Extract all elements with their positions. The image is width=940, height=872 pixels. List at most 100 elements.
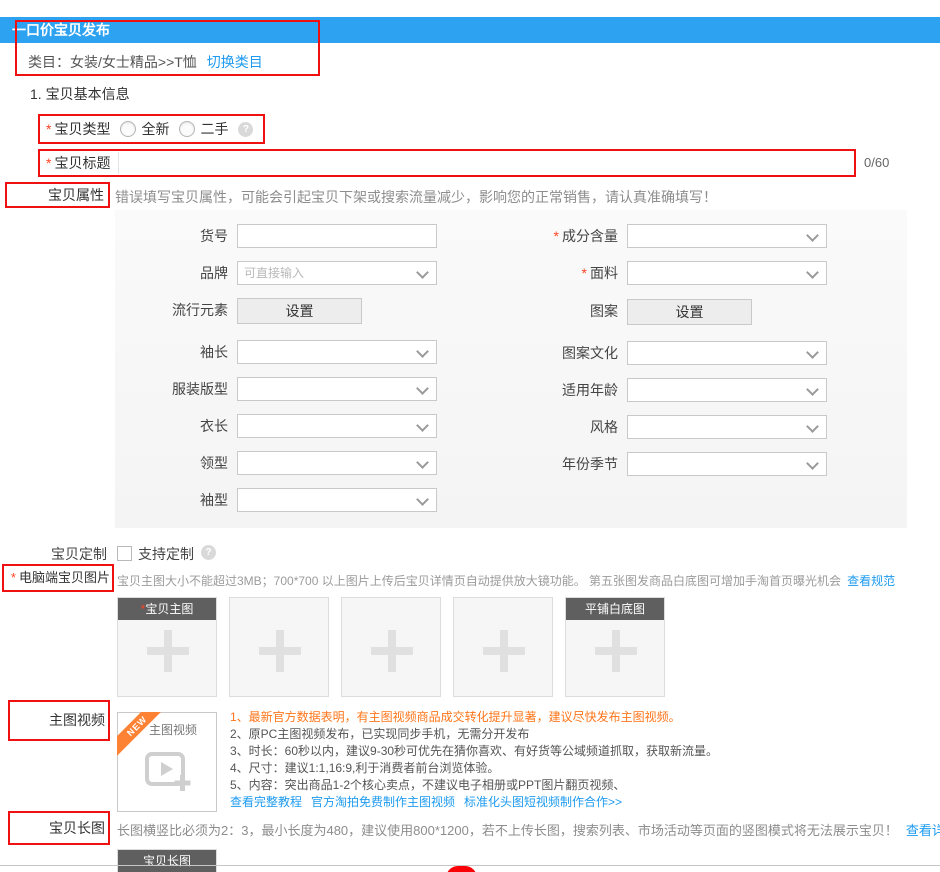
plus-icon — [500, 630, 508, 672]
radio-new[interactable] — [120, 121, 136, 137]
video-help-links: 查看完整教程官方淘拍免费制作主图视频标准化头图短视频制作合作>> — [230, 794, 718, 811]
chevron-down-icon — [416, 345, 429, 358]
attr-select[interactable] — [237, 377, 437, 401]
attr-label: 袖长 — [115, 340, 228, 364]
pc-images-label-box: *电脑端宝贝图片 — [2, 564, 114, 592]
customization-checkbox-label[interactable]: 支持定制 — [138, 544, 194, 564]
attr-label: 风格 — [455, 415, 618, 439]
radio-used[interactable] — [179, 121, 195, 137]
long-image-tile-header: 宝贝长图 — [118, 850, 216, 872]
attr-select[interactable] — [627, 378, 827, 402]
attr-select[interactable] — [237, 451, 437, 475]
title-char-counter: 0/60 — [864, 155, 889, 170]
attr-select[interactable] — [627, 261, 827, 285]
main-video-tips: 1、最新官方数据表明，有主图视频商品成交转化提升显著，建议尽快发布主图视频。2、… — [230, 709, 718, 811]
radio-used-label[interactable]: 二手 — [200, 119, 228, 139]
attr-select[interactable] — [627, 415, 827, 439]
attr-select[interactable] — [237, 414, 437, 438]
video-tip-line: 3、时长：60秒以内，建议9-30秒可优先在猜你喜欢、有好货等公域频道抓取，获取… — [230, 743, 718, 760]
item-title-row: *宝贝标题 — [38, 149, 856, 177]
view-details-link[interactable]: 查看详情 — [906, 823, 940, 838]
item-title-label: *宝贝标题 — [40, 153, 118, 173]
item-type-label: 宝贝类型 — [54, 119, 110, 139]
item-title-input[interactable] — [118, 152, 854, 174]
required-mark: * — [46, 155, 51, 171]
set-button[interactable]: 设置 — [627, 299, 752, 325]
plus-icon — [612, 630, 620, 672]
image-upload-tile[interactable] — [229, 597, 329, 697]
chevron-down-icon — [416, 493, 429, 506]
customization-label: 宝贝定制 — [0, 544, 107, 564]
pc-images-description: 宝贝主图大小不能超过3MB；700*700 以上图片上传后宝贝详情页自动提供放大… — [117, 572, 895, 589]
tile-header: *宝贝主图 — [118, 598, 216, 620]
required-mark: * — [582, 265, 587, 281]
attr-label: 衣长 — [115, 414, 228, 438]
attr-select[interactable] — [627, 452, 827, 476]
attr-label: 适用年龄 — [455, 378, 618, 402]
video-help-link[interactable]: 查看完整教程 — [230, 795, 302, 809]
video-help-link[interactable]: 官方淘拍免费制作主图视频 — [311, 795, 455, 809]
customization-checkbox[interactable] — [117, 546, 132, 561]
plus-icon — [164, 630, 172, 672]
video-tip-line: 1、最新官方数据表明，有主图视频商品成交转化提升显著，建议尽快发布主图视频。 — [230, 709, 718, 726]
attr-label: 流行元素 — [115, 298, 228, 322]
section-header-bar: 一口价宝贝发布 — [0, 17, 940, 43]
video-help-link[interactable]: 标准化头图短视频制作合作>> — [464, 795, 622, 809]
set-button[interactable]: 设置 — [237, 298, 362, 324]
tile-header: 平铺白底图 — [566, 598, 664, 620]
attr-select[interactable] — [627, 224, 827, 248]
attr-label: 服装版型 — [115, 377, 228, 401]
chevron-down-icon — [806, 457, 819, 470]
attr-input[interactable] — [237, 224, 437, 248]
attr-select[interactable] — [237, 488, 437, 512]
help-icon[interactable]: ? — [238, 122, 253, 137]
attributes-label: 宝贝属性 — [48, 187, 104, 203]
chevron-down-icon — [806, 229, 819, 242]
image-upload-tile[interactable] — [341, 597, 441, 697]
long-image-upload-tile[interactable]: 宝贝长图 — [117, 849, 217, 872]
video-tip-line: 5、内容：突出商品1-2个核心卖点，不建议电子相册或PPT图片翻页视频、 — [230, 777, 718, 794]
long-image-description: 长图横竖比必须为2：3，最小长度为480，建议使用800*1200，若不上传长图… — [117, 820, 940, 839]
attr-select[interactable] — [237, 340, 437, 364]
required-mark: * — [554, 228, 559, 244]
chevron-down-icon — [806, 420, 819, 433]
breadcrumb: 类目：女装/女士精品>>T恤切换类目 — [28, 52, 263, 72]
image-upload-tile[interactable]: 平铺白底图 — [565, 597, 665, 697]
red-marker — [446, 866, 477, 872]
video-tip-line: 2、原PC主图视频发布，已实现同步手机，无需分开发布 — [230, 726, 718, 743]
main-video-label: 主图视频 — [49, 712, 105, 728]
attr-label: 年份季节 — [455, 452, 618, 476]
image-upload-tile[interactable] — [453, 597, 553, 697]
video-tip-line: 4、尺寸：建议1:1,16:9,利于消费者前台浏览体验。 — [230, 760, 718, 777]
chevron-down-icon — [806, 266, 819, 279]
attr-label: 货号 — [115, 224, 228, 248]
item-type-row: * 宝贝类型 全新 二手 ? — [38, 114, 265, 144]
switch-category-link[interactable]: 切换类目 — [207, 54, 263, 70]
help-icon[interactable]: ? — [201, 545, 216, 560]
bottom-divider — [0, 865, 940, 866]
main-video-upload-tile[interactable]: NEW 主图视频 — [117, 712, 217, 812]
page-title: 一口价宝贝发布 — [0, 17, 940, 43]
publish-item-page: 一口价宝贝发布 类目：女装/女士精品>>T恤切换类目 1. 宝贝基本信息 * 宝… — [0, 0, 940, 872]
plus-icon — [276, 630, 284, 672]
attr-label: *面料 — [455, 261, 618, 285]
chevron-down-icon — [806, 383, 819, 396]
plus-icon — [388, 630, 396, 672]
long-image-label: 宝贝长图 — [49, 820, 105, 836]
pc-images-label: 电脑端宝贝图片 — [19, 570, 110, 585]
main-video-label-box: 主图视频 — [8, 700, 110, 741]
attributes-label-box: 宝贝属性 — [5, 182, 110, 208]
view-spec-link[interactable]: 查看规范 — [847, 574, 895, 588]
image-upload-tile[interactable]: *宝贝主图 — [117, 597, 217, 697]
required-mark: * — [11, 570, 16, 585]
attr-label: 领型 — [115, 451, 228, 475]
section-title: 1. 宝贝基本信息 — [30, 84, 130, 104]
chevron-down-icon — [806, 346, 819, 359]
required-mark: * — [46, 121, 51, 137]
attr-select[interactable] — [627, 341, 827, 365]
attr-label: 图案 — [455, 299, 618, 323]
long-image-label-box: 宝贝长图 — [8, 811, 110, 845]
attributes-panel: 货号品牌可直接输入流行元素设置袖长服装版型衣长领型袖型*成分含量*面料图案设置图… — [115, 210, 907, 528]
attr-select[interactable]: 可直接输入 — [237, 261, 437, 285]
radio-new-label[interactable]: 全新 — [141, 119, 169, 139]
